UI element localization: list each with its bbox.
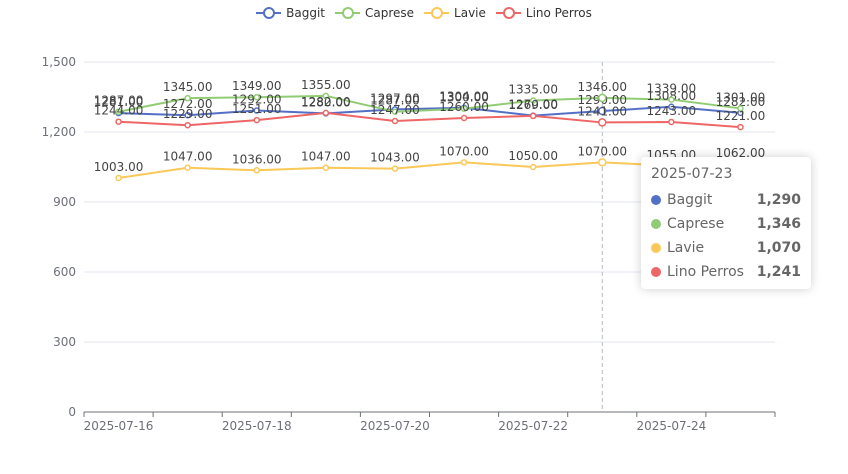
legend-label-caprese: Caprese (364, 6, 415, 20)
legend-label-lavie: Lavie (454, 6, 486, 20)
data-label-lino-perros: 1269.00 (508, 98, 558, 112)
tooltip-title: 2025-07-23 (651, 166, 733, 182)
y-tick-label: 300 (53, 335, 76, 349)
data-label-caprese: 1346.00 (577, 80, 627, 94)
data-point-lavie (322, 164, 330, 171)
tooltip-series-name: Lino Perros (667, 264, 744, 280)
legend: Baggit Caprese Lavie Lino Perros (0, 6, 848, 20)
tooltip: 2025-07-23 Baggit 1,290 Caprese 1,346 La… (641, 157, 811, 289)
data-label-lavie: 1047.00 (301, 150, 351, 164)
data-point-lino-perros (391, 117, 399, 125)
tooltip-series-value: 1,290 (756, 192, 801, 208)
legend-label-lino-perros: Lino Perros (525, 6, 592, 20)
data-point-lavie (184, 164, 191, 171)
legend-swatch-lino-perros-icon (495, 6, 521, 20)
legend-swatch-caprese-icon (334, 6, 360, 20)
x-tick-label: 2025-07-16 (84, 419, 154, 433)
data-label-caprese: 1335.00 (508, 83, 558, 97)
data-point-caprese (668, 96, 675, 103)
data-label-lavie: 1070.00 (577, 144, 627, 158)
data-label-caprese: 1301.00 (716, 90, 766, 104)
tooltip-series-name: Caprese (667, 216, 725, 232)
data-label-lavie: 1003.00 (94, 160, 144, 174)
y-tick-label: 1,500 (42, 55, 76, 69)
tooltip-dot-icon (651, 243, 661, 253)
data-point-lino-perros (184, 121, 191, 129)
data-point-lavie (460, 159, 468, 166)
data-point-lino-perros (668, 118, 675, 126)
data-point-lavie (529, 163, 537, 171)
legend-item-baggit[interactable]: Baggit (256, 6, 325, 20)
tooltip-row-lino-perros: Lino Perros 1,241 (651, 260, 801, 284)
x-tick-label: 2025-07-18 (222, 419, 292, 433)
tooltip-dot-icon (651, 267, 661, 277)
data-label-caprese: 1339.00 (647, 82, 697, 96)
tooltip-series-name: Baggit (667, 192, 713, 208)
data-label-caprese: 1345.00 (163, 80, 213, 94)
data-label-lino-perros: 1251.00 (232, 102, 282, 116)
tooltip-row-baggit: Baggit 1,290 (651, 188, 801, 212)
tooltip-dot-icon (651, 195, 661, 205)
data-label-caprese: 1355.00 (301, 78, 351, 92)
tooltip-series-value: 1,241 (756, 264, 801, 280)
legend-swatch-baggit-icon (256, 6, 282, 20)
legend-label-baggit: Baggit (286, 6, 325, 20)
data-point-lavie (391, 165, 399, 172)
y-tick-label: 600 (53, 265, 76, 279)
data-label-lino-perros: 1260.00 (439, 100, 489, 114)
data-label-lavie: 1070.00 (439, 144, 489, 158)
tooltip-row-lavie: Lavie 1,070 (651, 236, 801, 260)
data-point-caprese (253, 93, 260, 101)
tooltip-dot-icon (651, 219, 661, 229)
data-label-lavie: 1047.00 (163, 150, 213, 164)
tooltip-series-name: Lavie (667, 240, 705, 256)
data-point-lino-perros (115, 118, 122, 125)
y-tick-label: 900 (53, 195, 76, 209)
data-point-caprese (598, 93, 607, 103)
y-tick-label: 1,200 (42, 125, 76, 139)
data-label-lino-perros: 1282.00 (301, 95, 351, 109)
data-point-caprese (184, 94, 191, 102)
data-point-lino-perros (598, 118, 607, 127)
data-point-lavie (253, 167, 260, 174)
legend-item-caprese[interactable]: Caprese (334, 6, 415, 20)
data-point-lino-perros (737, 123, 744, 131)
data-label-lino-perros: 1247.00 (370, 103, 420, 117)
x-tick-label: 2025-07-22 (498, 419, 568, 433)
data-label-lino-perros: 1221.00 (716, 109, 766, 123)
data-label-lino-perros: 1229.00 (163, 107, 213, 121)
data-label-lino-perros: 1241.00 (577, 104, 627, 118)
data-point-lavie (115, 174, 122, 182)
y-tick-label: 0 (68, 405, 76, 419)
data-label-lavie: 1050.00 (508, 149, 558, 163)
legend-swatch-lavie-icon (424, 6, 450, 20)
data-label-lino-perros: 1243.00 (647, 104, 697, 118)
data-point-lavie (598, 158, 607, 167)
tooltip-series-value: 1,070 (756, 240, 801, 256)
data-label-lavie: 1043.00 (370, 151, 420, 165)
legend-item-lino-perros[interactable]: Lino Perros (495, 6, 592, 20)
data-label-caprese: 1349.00 (232, 79, 282, 93)
data-point-lino-perros (529, 112, 537, 120)
tooltip-row-caprese: Caprese 1,346 (651, 212, 801, 236)
x-tick-label: 2025-07-24 (636, 419, 706, 433)
data-label-lavie: 1036.00 (232, 152, 282, 166)
data-point-lino-perros (322, 109, 330, 117)
data-point-lino-perros (460, 114, 468, 122)
tooltip-series-value: 1,346 (756, 216, 801, 232)
x-tick-label: 2025-07-20 (360, 419, 430, 433)
legend-item-lavie[interactable]: Lavie (424, 6, 486, 20)
data-point-lino-perros (253, 116, 260, 124)
data-label-lino-perros: 1244.00 (94, 104, 144, 118)
